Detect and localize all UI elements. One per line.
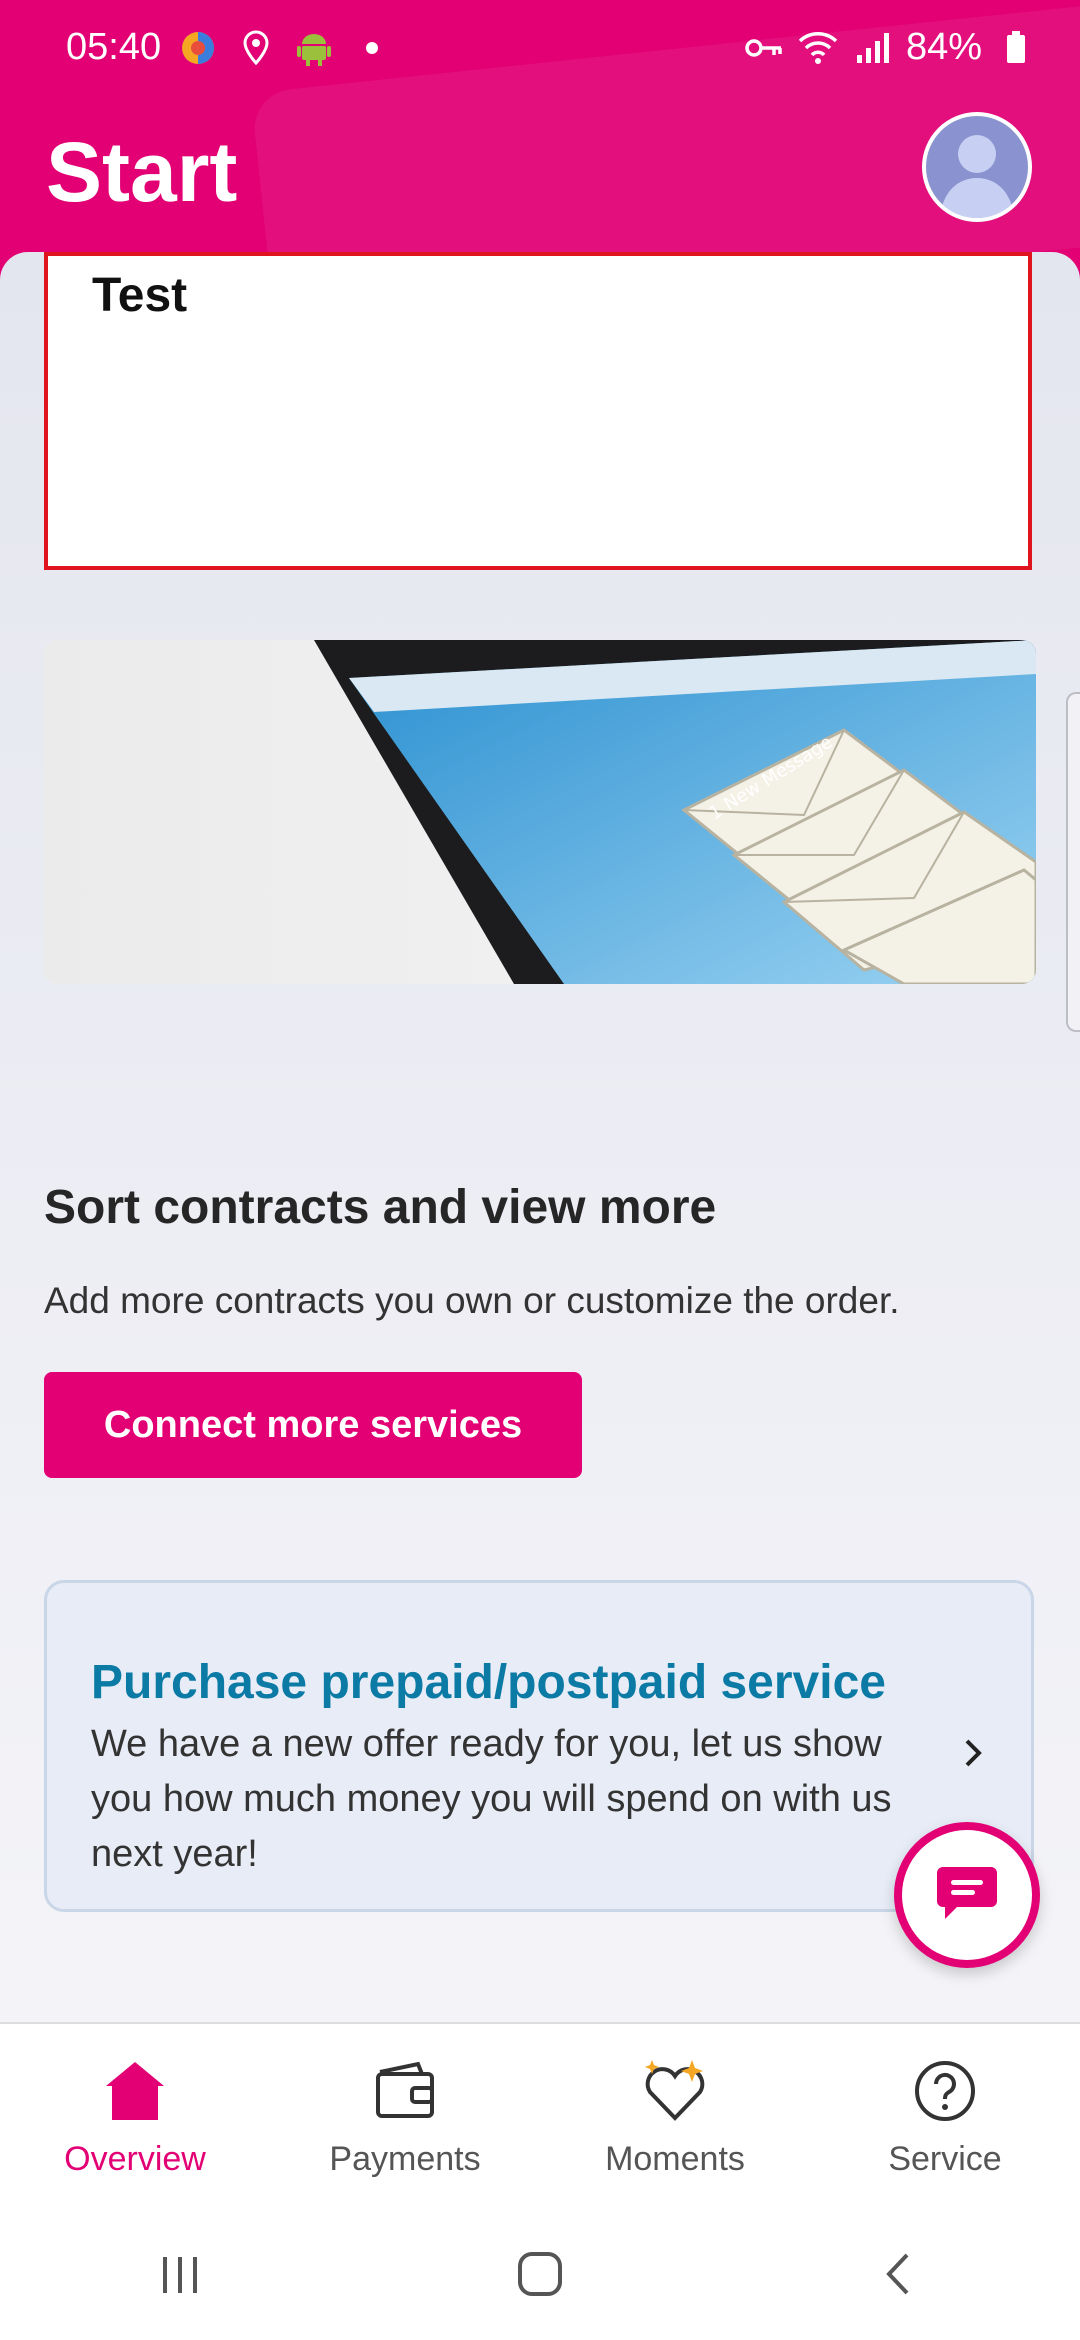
- status-bar: 05:40 84%: [0, 0, 1080, 96]
- home-button-icon[interactable]: [495, 2229, 585, 2319]
- scroll-handle[interactable]: [1066, 692, 1080, 1032]
- sort-contracts-description: Add more contracts you own or customize …: [44, 1280, 900, 1321]
- connect-more-services-button[interactable]: Connect more services: [44, 1372, 582, 1478]
- system-navigation-bar: [0, 2208, 1080, 2340]
- main-content[interactable]: Test 1 New Message Sort contracts and vi…: [0, 252, 1080, 2022]
- bottom-navigation: Overview Payments Moments Service: [0, 2022, 1080, 2210]
- location-icon: [236, 28, 276, 68]
- chevron-right-icon: [959, 1733, 989, 1773]
- nav-item-payments[interactable]: Payments: [270, 2024, 540, 2210]
- nav-label-payments: Payments: [329, 2140, 481, 2178]
- sort-contracts-title: Sort contracts and view more: [44, 1181, 717, 1234]
- app-header: 05:40 84% Start: [0, 0, 1080, 290]
- battery-icon: [996, 28, 1036, 68]
- nav-item-overview[interactable]: Overview: [0, 2024, 270, 2210]
- wallet-icon: [370, 2056, 440, 2126]
- status-icons-right: 84%: [744, 26, 1036, 69]
- offer-text: We have a new offer ready for you, let u…: [91, 1723, 892, 1875]
- test-card-title: Test: [92, 269, 188, 322]
- avatar-icon[interactable]: [922, 112, 1032, 222]
- nav-label-moments: Moments: [605, 2140, 745, 2178]
- heart-sparkle-icon: [640, 2056, 710, 2126]
- dot-icon: [352, 28, 392, 68]
- battery-percent: 84%: [905, 26, 982, 68]
- status-icons-left: [178, 28, 392, 68]
- status-time: 05:40: [66, 26, 162, 68]
- nav-label-service: Service: [888, 2140, 1002, 2178]
- offer-title: Purchase prepaid/postpaid service: [91, 1656, 886, 1709]
- nav-item-moments[interactable]: Moments: [540, 2024, 810, 2210]
- offer-card[interactable]: Purchase prepaid/postpaid service We hav…: [44, 1580, 1034, 1912]
- android-icon: [294, 28, 334, 68]
- chat-bubble-icon: [935, 1865, 999, 1926]
- browser-icon: [178, 28, 218, 68]
- nav-label-overview: Overview: [64, 2140, 206, 2178]
- recent-apps-icon[interactable]: [135, 2229, 225, 2319]
- nav-item-service[interactable]: Service: [810, 2024, 1080, 2210]
- vpn-key-icon: [744, 28, 784, 68]
- home-icon: [100, 2056, 170, 2126]
- wifi-icon: [798, 28, 838, 68]
- back-icon[interactable]: [855, 2229, 945, 2319]
- help-icon: [910, 2056, 980, 2126]
- test-card[interactable]: Test: [44, 252, 1032, 570]
- chat-button[interactable]: [894, 1822, 1040, 1968]
- promo-banner-image[interactable]: 1 New Message: [44, 640, 1036, 984]
- signal-icon: [852, 28, 892, 68]
- page-title: Start: [46, 125, 238, 219]
